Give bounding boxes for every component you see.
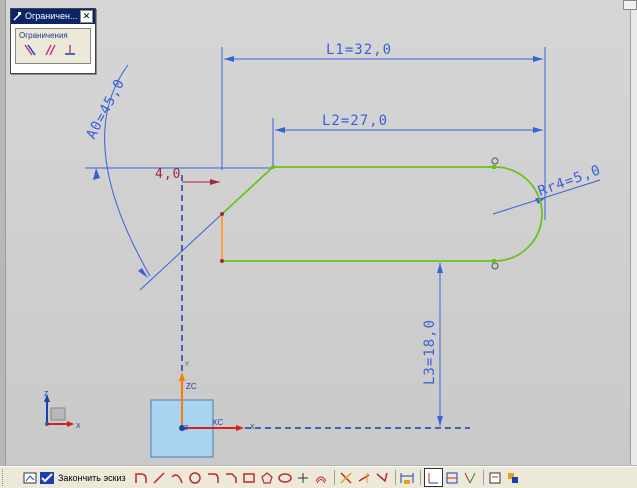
extend-icon[interactable] xyxy=(356,469,373,486)
constraints-dialog-title: Ограничен... xyxy=(25,11,78,21)
dimension-l1-label: L1=32,0 xyxy=(326,42,392,58)
line-icon[interactable] xyxy=(151,469,168,486)
dimension-l2-label: L2=27,0 xyxy=(322,113,388,129)
collinear-constraint-icon[interactable] xyxy=(43,43,57,57)
circle-icon[interactable] xyxy=(187,469,204,486)
dimension-l1[interactable]: L1=32,0 xyxy=(221,42,546,220)
csys-x-label: X xyxy=(250,424,255,431)
offset-icon[interactable] xyxy=(313,469,330,486)
dimension-l3-label: L3=18,0 xyxy=(422,319,438,385)
csys-zc-label: ZC xyxy=(186,382,197,391)
constraints-group-label: Ограничения xyxy=(19,31,68,40)
close-button[interactable]: ✕ xyxy=(80,10,93,23)
constraints-dialog-titlebar[interactable]: Ограничен... ✕ xyxy=(11,9,95,24)
pin-icon[interactable] xyxy=(13,12,22,21)
sketch-settings-icon[interactable] xyxy=(505,469,522,486)
perpendicular-constraint-icon[interactable] xyxy=(63,43,77,57)
triad-x-label: X xyxy=(76,423,81,430)
arc-icon[interactable] xyxy=(169,469,186,486)
fillet-icon[interactable] xyxy=(205,469,222,486)
toolbar-separator xyxy=(482,470,484,485)
autoconstraint-icon[interactable] xyxy=(444,469,461,486)
chamfer-icon[interactable] xyxy=(223,469,240,486)
toolbar-separator xyxy=(419,470,421,485)
trim-icon[interactable] xyxy=(338,469,355,486)
dimension-a0-label: A0=45,0 xyxy=(83,76,128,142)
toolbar-grip[interactable] xyxy=(2,469,20,486)
toolbar-separator xyxy=(394,470,396,485)
sketch-vertices xyxy=(220,157,499,270)
dimension-l3[interactable]: L3=18,0 xyxy=(422,263,443,426)
corner-icon[interactable] xyxy=(374,469,391,486)
csys-y-label: Y xyxy=(185,362,189,368)
constraints-dialog[interactable]: Ограничен... ✕ Ограничения xyxy=(10,8,96,74)
constraint-icon[interactable] xyxy=(423,468,443,487)
dimension-rr4-label: Rr4=5,0 xyxy=(536,162,604,200)
triad-z-label: Z xyxy=(44,391,49,398)
constraints-group: Ограничения xyxy=(15,28,91,64)
polygon-icon[interactable] xyxy=(259,469,276,486)
dimension-l2[interactable]: L2=27,0 xyxy=(272,113,543,166)
rectangle-icon[interactable] xyxy=(241,469,258,486)
dimension-chamfer-label: 4,0 xyxy=(155,167,181,182)
point-icon[interactable] xyxy=(295,469,312,486)
csys-xc-label: XC xyxy=(212,418,223,427)
ellipse-icon[interactable] xyxy=(277,469,294,486)
finish-sketch-label: Закончить эскиз xyxy=(58,472,126,483)
sketch-csys[interactable]: ZC XC X Y Z xyxy=(150,362,255,458)
finish-sketch-icon xyxy=(40,471,54,484)
dimension-chamfer[interactable]: 4,0 xyxy=(155,167,220,185)
dimension-a0[interactable]: A0=45,0 xyxy=(83,64,223,291)
dimension-icon[interactable] xyxy=(399,469,416,486)
parallel-constraint-icon[interactable] xyxy=(23,43,37,57)
sketch-icon[interactable] xyxy=(21,469,38,486)
absolute-triad: Z X xyxy=(44,391,81,430)
profile-icon[interactable] xyxy=(133,469,150,486)
fix-icon[interactable] xyxy=(462,469,479,486)
csys-z-label: Z xyxy=(184,425,189,432)
toolbar-separator xyxy=(333,470,335,485)
display-icon[interactable] xyxy=(487,469,504,486)
sketch-toolbar: Закончить эскиз xyxy=(0,466,637,488)
finish-sketch-button[interactable]: Закончить эскиз xyxy=(39,469,132,486)
